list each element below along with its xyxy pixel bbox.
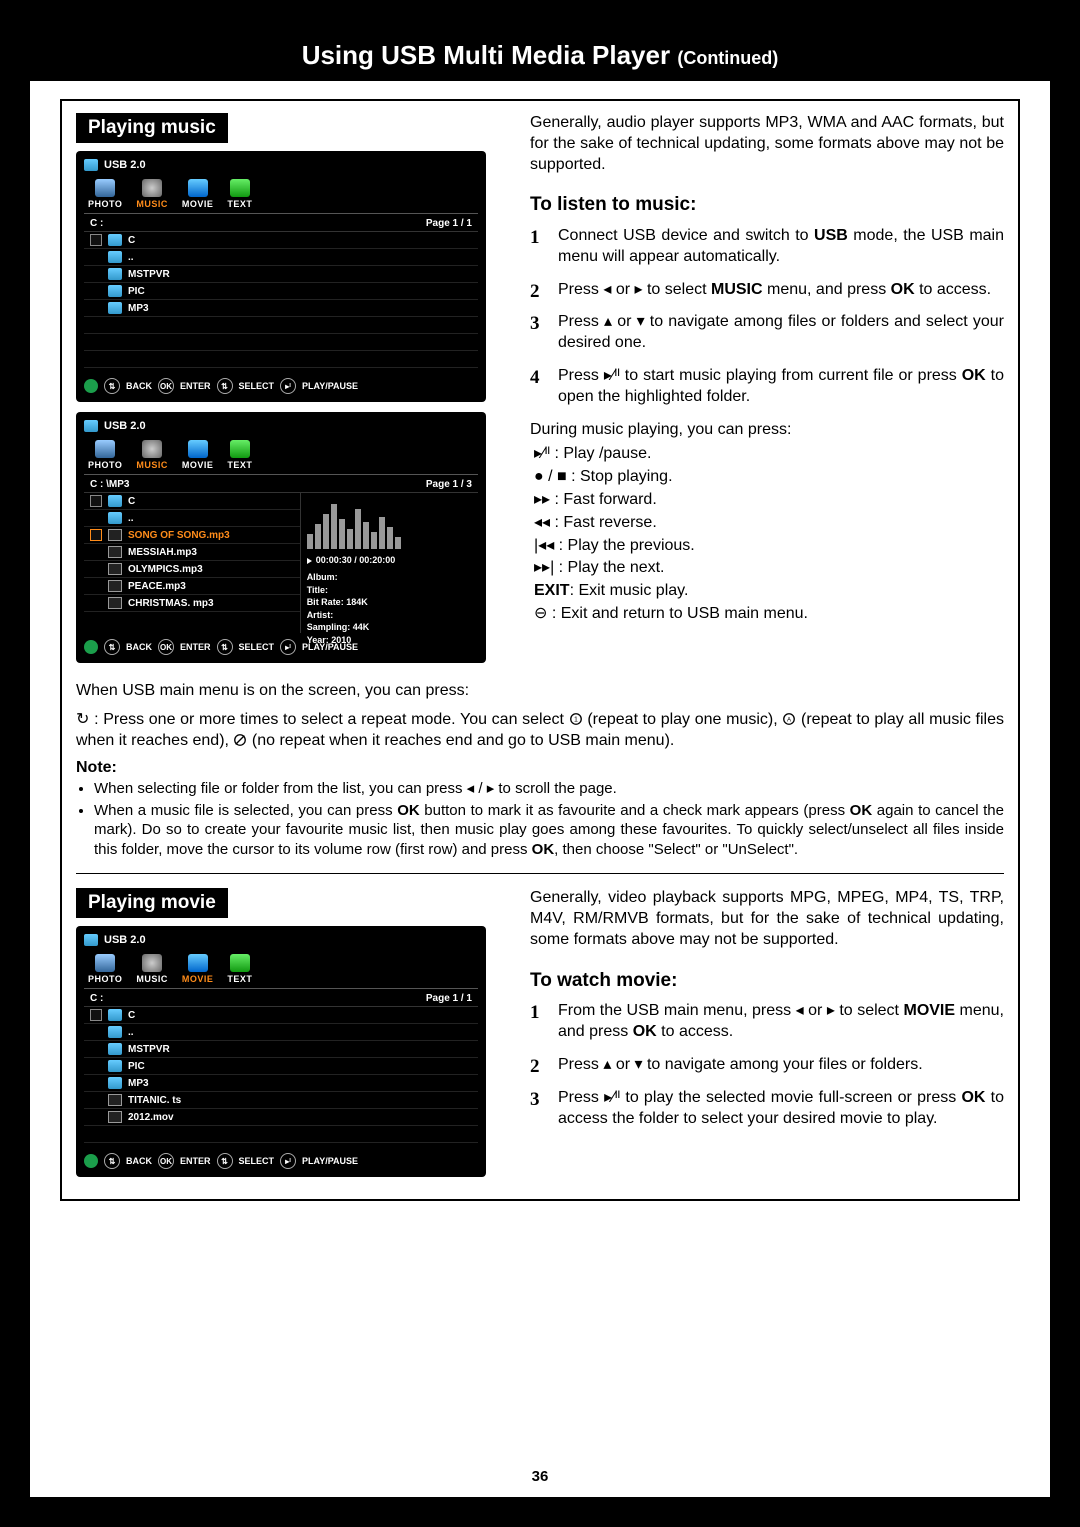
repeat-one-icon: 1 [569,712,583,726]
tab-photo[interactable]: PHOTO [88,954,122,984]
usb-label: USB 2.0 [104,934,146,946]
steps-list: Connect USB device and switch to USB mod… [530,226,1004,408]
intro-paragraph: Generally, video playback supports MPG, … [530,888,1004,950]
metadata: Album: Title: Bit Rate: 184K Artist: Sam… [307,571,472,647]
equalizer-icon [307,499,472,549]
file-list[interactable]: C .. MSTPVR PIC MP3 [84,232,478,372]
help-icon [84,640,98,654]
file-list[interactable]: C .. SONG OF SONG.mp3 MESSIAH.mp3 OLYMPI… [84,493,301,633]
content-frame: Playing music USB 2.0 PHOTO MUSIC MOVIE … [60,99,1020,1201]
repeat-mode-paragraph: ↻ : Press one or more times to select a … [76,710,1004,752]
page-title-bar: Using USB Multi Media Player (Continued) [30,30,1050,81]
controls-list: ▸⁄ᴵᴵ : Play /pause. ● / ■ : Stop playing… [530,444,1004,624]
subheading-listen: To listen to music: [530,193,1004,218]
note-heading: Note: [76,759,1004,777]
time-display: 00:00:30 / 00:20:00 [316,555,396,565]
subheading-watch: To watch movie: [530,969,1004,994]
usb-label: USB 2.0 [104,420,146,432]
play-icon [307,558,312,564]
page-number: 36 [30,1468,1050,1485]
note-list: When selecting file or folder from the l… [76,779,1004,859]
path-label: C : [90,218,103,229]
bottom-intro: When USB main menu is on the screen, you… [76,681,1004,702]
help-icon [84,1154,98,1168]
section-label-music: Playing music [76,113,228,143]
help-icon [84,379,98,393]
osd-music-playing: USB 2.0 PHOTO MUSIC MOVIE TEXT C : \MP3 P… [76,412,486,663]
no-repeat-icon [233,733,247,747]
tab-text[interactable]: TEXT [227,954,252,984]
hint-bar: ⇅BACK OKENTER ⇅SELECT ▸ᴵPLAY/PAUSE [84,372,478,394]
osd-music-browser: USB 2.0 PHOTO MUSIC MOVIE TEXT C : Page 1… [76,151,486,402]
repeat-all-icon: A [782,712,796,726]
preview-pane: 00:00:30 / 00:20:00 Album: Title: Bit Ra… [301,493,478,633]
svg-text:A: A [787,716,792,723]
tab-text[interactable]: TEXT [227,179,252,209]
path-label: C : \MP3 [90,479,129,490]
section-divider [76,873,1004,874]
file-list[interactable]: C .. MSTPVR PIC MP3 TITANIC. ts 2012.mov [84,1007,478,1147]
tab-movie[interactable]: MOVIE [182,954,214,984]
tab-photo[interactable]: PHOTO [88,179,122,209]
tab-movie[interactable]: MOVIE [182,179,214,209]
page-title: Using USB Multi Media Player [302,40,670,70]
intro-paragraph: Generally, audio player supports MP3, WM… [530,113,1004,175]
usb-icon [84,159,98,171]
tab-music[interactable]: MUSIC [136,179,168,209]
hint-bar: ⇅BACK OKENTER ⇅SELECT ▸ᴵPLAY/PAUSE [84,1147,478,1169]
tab-movie[interactable]: MOVIE [182,440,214,470]
osd-movie-browser: USB 2.0 PHOTO MUSIC MOVIE TEXT C : Page 1… [76,926,486,1177]
tab-photo[interactable]: PHOTO [88,440,122,470]
page-indicator: Page 1 / 3 [426,479,472,490]
steps-list: From the USB main menu, press ◂ or ▸ to … [530,1001,1004,1129]
page-indicator: Page 1 / 1 [426,218,472,229]
page-title-suffix: (Continued) [677,48,778,68]
usb-icon [84,934,98,946]
path-label: C : [90,993,103,1004]
usb-label: USB 2.0 [104,159,146,171]
page-indicator: Page 1 / 1 [426,993,472,1004]
svg-text:1: 1 [574,716,578,723]
tab-music[interactable]: MUSIC [136,954,168,984]
usb-icon [84,420,98,432]
tab-text[interactable]: TEXT [227,440,252,470]
section-label-movie: Playing movie [76,888,228,918]
tab-music[interactable]: MUSIC [136,440,168,470]
during-playback: During music playing, you can press: [530,420,1004,441]
